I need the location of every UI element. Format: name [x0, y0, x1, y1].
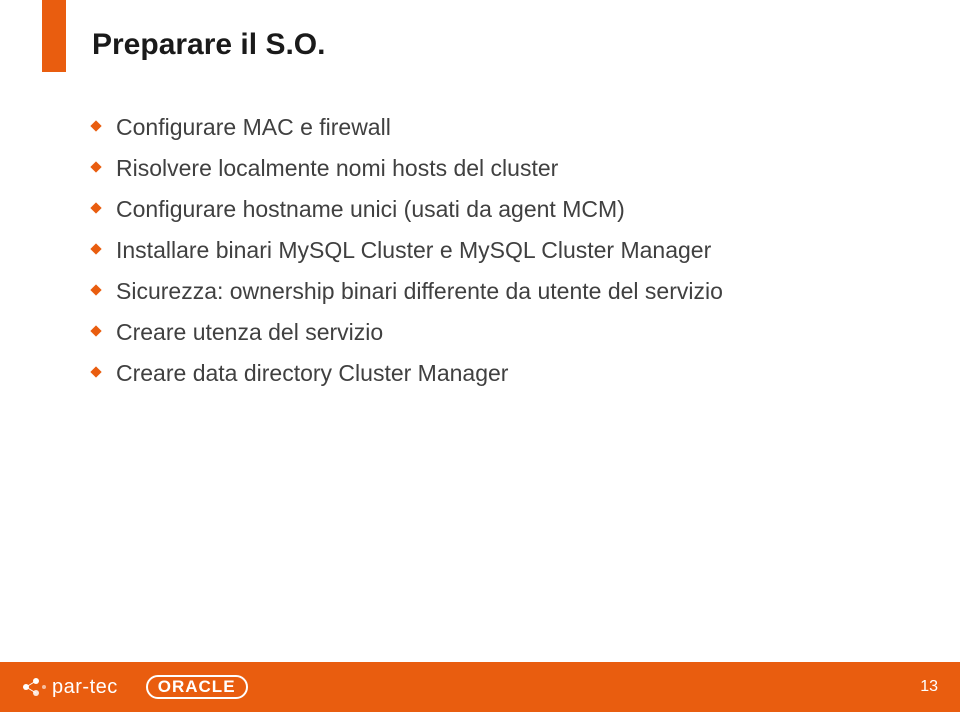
list-item: Installare binari MySQL Cluster e MySQL …: [92, 235, 872, 266]
bullet-icon: [90, 202, 101, 213]
bullet-text: Risolvere localmente nomi hosts del clus…: [116, 155, 558, 181]
partec-logo-text: par-tec: [52, 676, 118, 699]
slide: Preparare il S.O. Configurare MAC e fire…: [0, 0, 960, 712]
bullet-icon: [90, 367, 101, 378]
page-number: 13: [920, 678, 938, 696]
footer-bar: par-tec ORACLE 13: [0, 662, 960, 712]
partec-logo-icon: [22, 675, 46, 699]
bullet-list: Configurare MAC e firewall Risolvere loc…: [92, 112, 872, 389]
bullet-icon: [90, 161, 101, 172]
bullet-icon: [90, 326, 101, 337]
list-item: Configurare MAC e firewall: [92, 112, 872, 143]
bullet-icon: [90, 120, 101, 131]
slide-title: Preparare il S.O.: [92, 28, 325, 62]
list-item: Creare utenza del servizio: [92, 317, 872, 348]
bullet-text: Creare utenza del servizio: [116, 319, 383, 345]
list-item: Risolvere localmente nomi hosts del clus…: [92, 153, 872, 184]
bullet-text: Installare binari MySQL Cluster e MySQL …: [116, 237, 711, 263]
list-item: Configurare hostname unici (usati da age…: [92, 194, 872, 225]
bullet-text: Configurare hostname unici (usati da age…: [116, 196, 625, 222]
oracle-logo: ORACLE: [146, 675, 248, 699]
bullet-text: Creare data directory Cluster Manager: [116, 360, 508, 386]
bullet-text: Sicurezza: ownership binari differente d…: [116, 278, 723, 304]
bullet-icon: [90, 243, 101, 254]
bullet-icon: [90, 285, 101, 296]
content-area: Configurare MAC e firewall Risolvere loc…: [92, 112, 872, 399]
list-item: Creare data directory Cluster Manager: [92, 358, 872, 389]
accent-bar: [42, 0, 66, 72]
partec-logo: par-tec: [22, 675, 118, 699]
bullet-text: Configurare MAC e firewall: [116, 114, 391, 140]
list-item: Sicurezza: ownership binari differente d…: [92, 276, 872, 307]
